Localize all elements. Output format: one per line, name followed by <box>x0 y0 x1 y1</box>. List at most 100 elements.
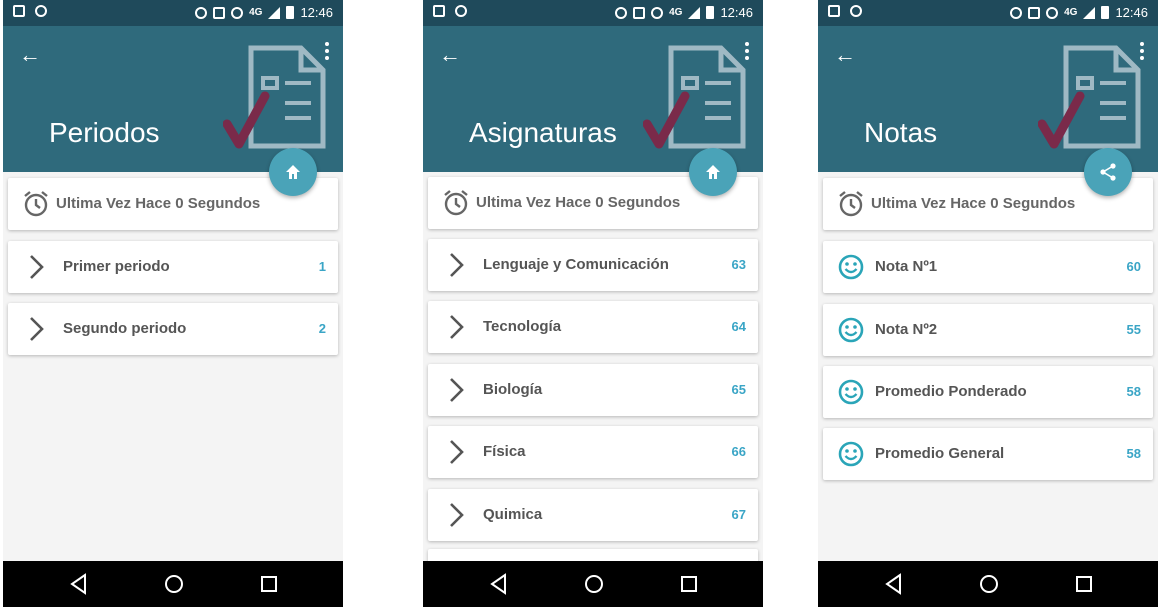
back-arrow-icon[interactable]: ← <box>439 44 461 66</box>
list-item-label: Segundo periodo <box>63 320 187 337</box>
smiley-icon <box>838 317 864 343</box>
signal-icon <box>1083 6 1096 19</box>
status-time: 12:46 <box>720 5 753 20</box>
list-item-label: Tecnología <box>483 318 562 335</box>
list-item-label: Promedio General <box>875 445 1005 462</box>
alarm-clock-icon <box>24 191 48 217</box>
list-item-value: 2 <box>318 321 326 336</box>
alarm-status-icon <box>231 6 244 19</box>
battery-icon <box>1101 6 1110 19</box>
image-notification-icon <box>828 5 840 17</box>
page-title: Asignaturas <box>469 117 617 148</box>
list-item-value: 60 <box>1126 259 1141 274</box>
list-item[interactable]: Segundo periodo 2 <box>8 303 338 355</box>
smiley-icon <box>838 254 864 280</box>
vibrate-icon <box>633 6 646 19</box>
home-icon <box>286 165 300 179</box>
vibrate-icon <box>213 6 226 19</box>
list-item[interactable]: Física 66 <box>428 426 758 478</box>
list-item-label: Nota Nº2 <box>875 321 938 338</box>
chevron-right-icon <box>450 503 464 527</box>
list-item[interactable]: Biología 65 <box>428 364 758 416</box>
list-item-value: 58 <box>1126 446 1141 461</box>
image-notification-icon <box>433 5 445 17</box>
list-item-label: Lenguaje y Comunicación <box>483 256 669 273</box>
home-icon <box>706 165 720 179</box>
status-bar: 4G 12:46 <box>423 0 763 26</box>
phone-screen-notas: 4G 12:46 ← Notas Ultima Vez Hace 0 Segun… <box>818 0 1158 607</box>
list-item-label: Física <box>483 443 526 460</box>
back-arrow-icon[interactable]: ← <box>834 44 856 66</box>
list-item-value: 66 <box>731 444 746 459</box>
battery-icon <box>706 6 715 19</box>
android-notification-icon <box>455 5 467 17</box>
list-item[interactable]: Nota Nº2 55 <box>823 304 1153 356</box>
chevron-right-icon <box>450 253 464 277</box>
list-item[interactable]: Lenguaje y Comunicación 63 <box>428 239 758 291</box>
list-item-label: Quimica <box>483 506 543 523</box>
document-check-icon <box>223 45 326 149</box>
phone-screen-periodos: 4G 12:46 ← Periodos Ultima Vez Hace 0 Se… <box>3 0 343 607</box>
list-item-value: 65 <box>731 382 746 397</box>
alarm-status-icon <box>651 6 664 19</box>
signal-icon <box>688 6 701 19</box>
chevron-right-icon <box>30 255 44 279</box>
network-type: 4G <box>249 7 263 18</box>
last-update-text: Ultima Vez Hace 0 Segundos <box>56 195 261 212</box>
list-item-value: 67 <box>731 507 746 522</box>
phone-screen-asignaturas: 4G 12:46 ← Asignaturas Ultima Vez Hace 0… <box>423 0 763 607</box>
home-fab-button[interactable] <box>689 148 737 196</box>
list-item-value: 1 <box>318 259 326 274</box>
list-item-value: 64 <box>731 319 746 334</box>
list-item[interactable]: Promedio General 58 <box>823 428 1153 480</box>
nav-home-icon[interactable] <box>163 573 185 595</box>
chevron-right-icon <box>450 440 464 464</box>
smiley-icon <box>838 441 864 467</box>
nav-recents-icon[interactable] <box>1074 573 1094 595</box>
home-fab-button[interactable] <box>269 148 317 196</box>
nav-recents-icon[interactable] <box>679 573 699 595</box>
vibrate-icon <box>1028 6 1041 19</box>
chevron-right-icon <box>450 315 464 339</box>
smiley-icon <box>838 379 864 405</box>
page-title: Notas <box>864 117 938 148</box>
status-time: 12:46 <box>300 5 333 20</box>
hotspot-icon <box>1010 6 1023 19</box>
list-item-label: Nota Nº1 <box>875 258 938 275</box>
alarm-clock-icon <box>444 190 468 216</box>
document-check-icon <box>1038 45 1141 149</box>
nav-home-icon[interactable] <box>583 573 605 595</box>
alarm-clock-icon <box>839 191 863 217</box>
list-item[interactable]: Primer periodo 1 <box>8 241 338 293</box>
list-item-value: 58 <box>1126 384 1141 399</box>
list-item[interactable]: Nota Nº1 60 <box>823 241 1153 293</box>
nav-home-icon[interactable] <box>978 573 1000 595</box>
list-item-label: Biología <box>483 381 543 398</box>
list-item[interactable]: Quimica 67 <box>428 489 758 541</box>
list-item-value: 63 <box>731 257 746 272</box>
list-item-label: Promedio Ponderado <box>875 383 1027 400</box>
alarm-status-icon <box>1046 6 1059 19</box>
network-type: 4G <box>1064 7 1078 18</box>
share-icon <box>1100 163 1116 181</box>
nav-back-icon[interactable] <box>69 573 89 595</box>
list-item[interactable]: Tecnología 64 <box>428 301 758 353</box>
battery-icon <box>286 6 295 19</box>
signal-icon <box>268 6 281 19</box>
nav-recents-icon[interactable] <box>259 573 279 595</box>
share-fab-button[interactable] <box>1084 148 1132 196</box>
navigation-bar <box>818 561 1158 607</box>
navigation-bar <box>423 561 763 607</box>
nav-back-icon[interactable] <box>489 573 509 595</box>
list-item-value: 55 <box>1126 322 1141 337</box>
list-item-label: Primer periodo <box>63 258 170 275</box>
list-item[interactable]: Promedio Ponderado 58 <box>823 366 1153 418</box>
status-bar: 4G 12:46 <box>818 0 1158 26</box>
hotspot-icon <box>615 6 628 19</box>
back-arrow-icon[interactable]: ← <box>19 44 41 66</box>
document-check-icon <box>643 45 746 149</box>
network-type: 4G <box>669 7 683 18</box>
page-title: Periodos <box>49 117 160 148</box>
last-update-text: Ultima Vez Hace 0 Segundos <box>871 195 1076 212</box>
nav-back-icon[interactable] <box>884 573 904 595</box>
